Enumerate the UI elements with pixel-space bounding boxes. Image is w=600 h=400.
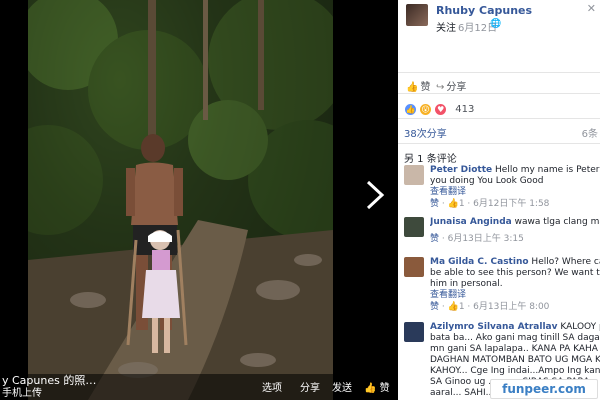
comment-text-line3: him in personal. (430, 279, 503, 289)
send-button[interactable]: 发送 (332, 379, 352, 394)
comment-text-line2: you doing You Look Good (430, 176, 544, 186)
shares-extra: 6条 (581, 129, 598, 140)
divider (398, 93, 600, 94)
reaction-count: 413 (455, 104, 475, 115)
caption-like-button[interactable]: 👍 赞 (364, 379, 390, 394)
close-icon[interactable]: ✕ (587, 2, 596, 15)
divider (398, 118, 600, 119)
divider (398, 72, 600, 73)
globe-icon: 🌐 (490, 19, 502, 29)
like-button[interactable]: 👍 赞 (406, 78, 430, 93)
comment-text-line2: bata ba... Ako gani mag tinill SA dagat … (430, 333, 600, 343)
caption-share-button[interactable]: 分享 (300, 379, 320, 394)
share-button[interactable]: ↪ 分享 (436, 78, 466, 93)
comment-text-line5: KAHOY... Cge Ing indai...Ampo Ing kanuna… (430, 366, 600, 376)
shares-count[interactable]: 38次分享 (404, 125, 447, 140)
comment-text-line7: aaral... SAHI... (430, 388, 495, 398)
commenter-name[interactable]: Azilymro Silvana Atrallav (430, 322, 557, 332)
comment-body: Junaisa Anginda wawa tlga clang mag Am 赞… (430, 217, 600, 245)
commenter-name[interactable]: Peter Diotte (430, 165, 492, 175)
see-translation-link[interactable]: 查看翻译 (430, 187, 600, 198)
comment-like-count: 1 (458, 302, 465, 312)
comment-text-line4: DAGHAN MATOMBAN BATO UG MGA KAHOY (430, 355, 600, 365)
post-sidebar: ✕ Rhuby Capunes 关注 6月12日 🌐 👍 赞 ↪ 分享 👍 😮 ♥ … (398, 0, 600, 400)
thumbs-up-icon: 👍 (406, 82, 419, 93)
wow-reaction-icon: 😮 (419, 103, 433, 116)
comment-text-line2: be able to see this person? We want to m… (430, 268, 600, 278)
commenter-avatar[interactable] (404, 217, 424, 237)
comment-timestamp[interactable]: 6月12日下午 1:58 (473, 199, 549, 209)
comment-text: KALOOY pod SA (560, 322, 600, 332)
commenter-name[interactable]: Ma Gilda C. Castino (430, 257, 529, 267)
comment-timestamp[interactable]: 6月13日上午 8:00 (473, 302, 549, 312)
divider (398, 143, 600, 144)
comment-meta: 赞 · 👍1 · 6月12日下午 1:58 (430, 199, 550, 209)
watermark-logo: funpeer.com (490, 379, 598, 399)
thumbs-up-icon: 👍 (447, 302, 459, 312)
options-button[interactable]: 选项 (262, 379, 282, 394)
reactions-summary[interactable]: 👍 😮 ♥ 413 (404, 99, 475, 116)
photo-content (28, 0, 333, 400)
like-label: 赞 (420, 82, 431, 93)
follow-button[interactable]: 关注 (436, 19, 456, 34)
like-reaction-icon: 👍 (404, 103, 417, 116)
poster-name[interactable]: Rhuby Capunes (436, 4, 532, 17)
comment-text: wawa tlga clang mag Am (514, 217, 600, 227)
thumbs-up-icon: 👍 (447, 199, 459, 209)
comment-timestamp[interactable]: 6月13日上午 3:15 (448, 234, 524, 244)
see-translation-link[interactable]: 查看翻译 (430, 290, 600, 301)
comment-like-count: 1 (458, 199, 465, 209)
photo-caption-bar: y Capunes 的照… 手机上传 选项 分享 发送 👍 赞 (0, 374, 398, 400)
share-icon: ↪ (436, 82, 445, 93)
share-label: 分享 (446, 82, 467, 93)
comment-meta: 赞 · 👍1 · 6月13日上午 8:00 (430, 302, 550, 312)
comment-text: Hello? Where can we (531, 257, 600, 267)
commenter-name[interactable]: Junaisa Anginda (430, 217, 512, 227)
commenter-avatar[interactable] (404, 257, 424, 277)
love-reaction-icon: ♥ (434, 103, 448, 116)
comment-meta: 赞 · 6月13日上午 3:15 (430, 234, 524, 244)
comment-text: Hello my name is Peter How are (495, 165, 600, 175)
caption-like-label: 赞 (379, 383, 390, 394)
commenter-avatar[interactable] (404, 322, 424, 342)
poster-avatar[interactable] (406, 4, 428, 26)
comment-body: Peter Diotte Hello my name is Peter How … (430, 165, 600, 210)
comment-like-button[interactable]: 赞 (430, 234, 439, 244)
comment-text-line3: mn gani SA lapalapa.. KANA PA KAHA (430, 344, 598, 354)
comment-like-button[interactable]: 赞 (430, 199, 439, 209)
photo[interactable] (28, 0, 333, 400)
next-photo-arrow-icon[interactable] (362, 180, 386, 210)
photo-lightbox: y Capunes 的照… 手机上传 选项 分享 发送 👍 赞 ✕ Rhuby … (0, 0, 600, 400)
photo-caption-source: 手机上传 (2, 388, 42, 399)
comment-body: Ma Gilda C. Castino Hello? Where can we … (430, 257, 600, 313)
photo-viewer: y Capunes 的照… 手机上传 选项 分享 发送 👍 赞 (0, 0, 398, 400)
photo-caption-title[interactable]: y Capunes 的照… (2, 374, 96, 387)
thumbs-up-icon: 👍 (364, 383, 377, 394)
more-comments-link[interactable]: 另 1 条评论 (404, 150, 457, 165)
comment-like-button[interactable]: 赞 (430, 302, 439, 312)
commenter-avatar[interactable] (404, 165, 424, 185)
